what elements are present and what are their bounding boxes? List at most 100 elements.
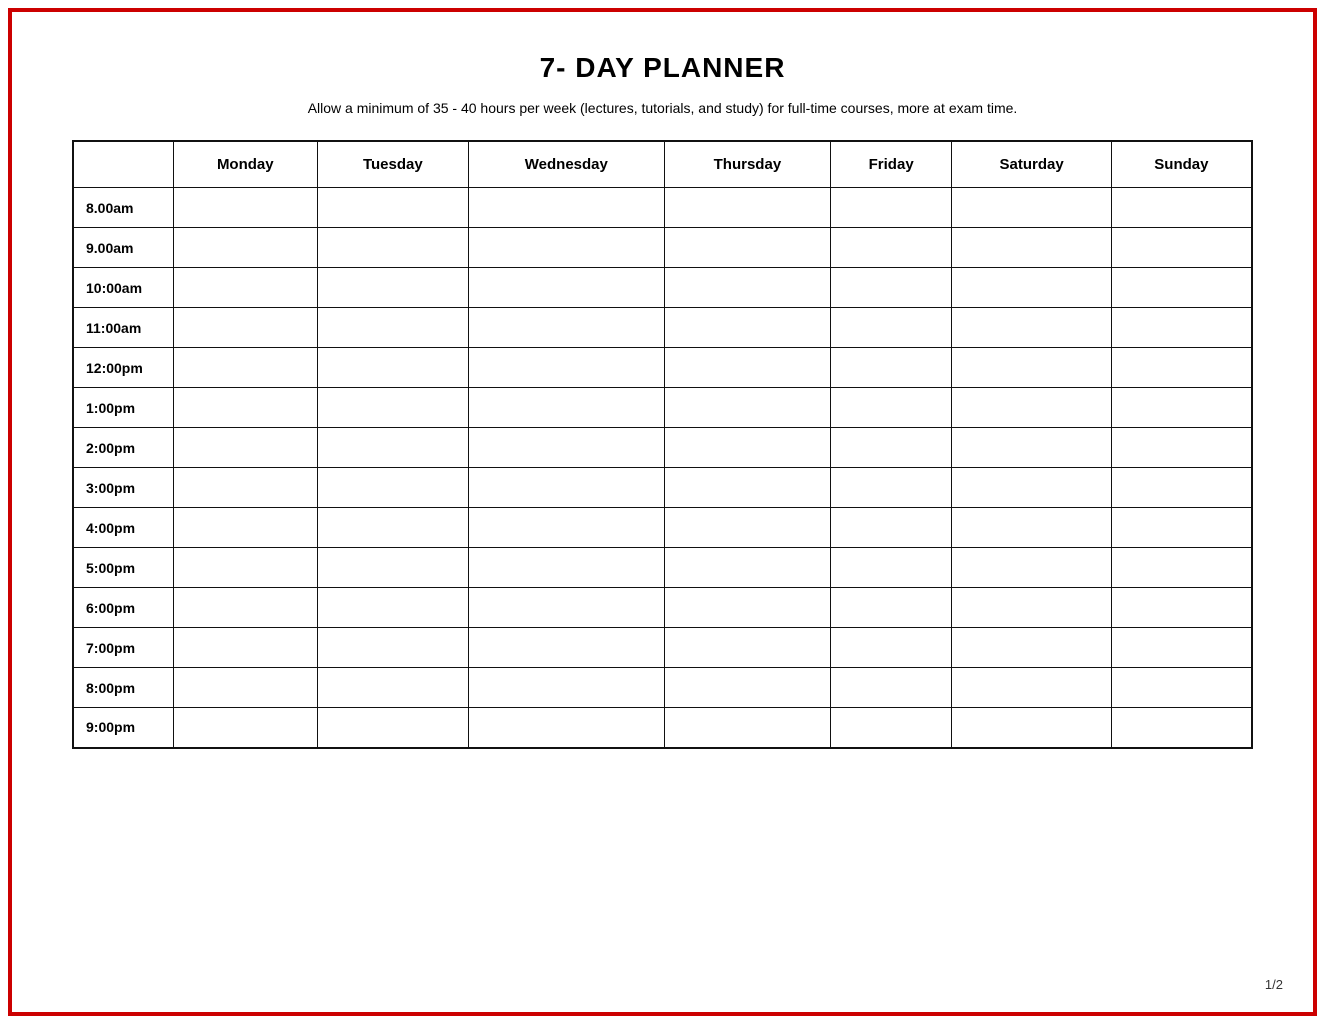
day-cell[interactable] [468, 308, 664, 348]
day-cell[interactable] [468, 388, 664, 428]
day-cell[interactable] [665, 468, 831, 508]
day-cell[interactable] [952, 188, 1111, 228]
day-cell[interactable] [318, 668, 469, 708]
day-cell[interactable] [952, 588, 1111, 628]
day-cell[interactable] [830, 628, 952, 668]
day-cell[interactable] [1111, 508, 1252, 548]
day-cell[interactable] [468, 468, 664, 508]
day-cell[interactable] [468, 268, 664, 308]
day-cell[interactable] [173, 228, 318, 268]
day-cell[interactable] [173, 508, 318, 548]
day-cell[interactable] [318, 268, 469, 308]
day-cell[interactable] [952, 548, 1111, 588]
day-cell[interactable] [952, 668, 1111, 708]
day-cell[interactable] [665, 668, 831, 708]
day-cell[interactable] [173, 388, 318, 428]
day-cell[interactable] [830, 588, 952, 628]
day-cell[interactable] [1111, 388, 1252, 428]
day-cell[interactable] [952, 268, 1111, 308]
day-cell[interactable] [318, 308, 469, 348]
day-cell[interactable] [173, 188, 318, 228]
day-cell[interactable] [318, 548, 469, 588]
day-cell[interactable] [830, 268, 952, 308]
day-cell[interactable] [173, 668, 318, 708]
day-cell[interactable] [952, 348, 1111, 388]
day-cell[interactable] [830, 228, 952, 268]
day-cell[interactable] [830, 508, 952, 548]
day-cell[interactable] [173, 428, 318, 468]
day-cell[interactable] [665, 428, 831, 468]
day-cell[interactable] [665, 588, 831, 628]
day-cell[interactable] [1111, 268, 1252, 308]
day-cell[interactable] [830, 428, 952, 468]
day-cell[interactable] [173, 588, 318, 628]
day-cell[interactable] [468, 428, 664, 468]
day-cell[interactable] [665, 388, 831, 428]
day-cell[interactable] [173, 628, 318, 668]
day-cell[interactable] [830, 548, 952, 588]
day-cell[interactable] [318, 468, 469, 508]
day-cell[interactable] [173, 548, 318, 588]
day-cell[interactable] [1111, 628, 1252, 668]
day-cell[interactable] [318, 708, 469, 748]
day-cell[interactable] [173, 708, 318, 748]
day-cell[interactable] [1111, 468, 1252, 508]
day-cell[interactable] [1111, 668, 1252, 708]
day-cell[interactable] [830, 388, 952, 428]
day-cell[interactable] [665, 228, 831, 268]
day-cell[interactable] [468, 228, 664, 268]
day-cell[interactable] [665, 708, 831, 748]
day-cell[interactable] [952, 468, 1111, 508]
day-cell[interactable] [1111, 228, 1252, 268]
day-cell[interactable] [1111, 348, 1252, 388]
day-cell[interactable] [665, 188, 831, 228]
day-cell[interactable] [1111, 308, 1252, 348]
day-cell[interactable] [952, 708, 1111, 748]
day-cell[interactable] [173, 468, 318, 508]
day-cell[interactable] [468, 508, 664, 548]
day-cell[interactable] [468, 668, 664, 708]
day-cell[interactable] [665, 628, 831, 668]
day-cell[interactable] [952, 508, 1111, 548]
day-cell[interactable] [468, 188, 664, 228]
day-cell[interactable] [1111, 708, 1252, 748]
day-cell[interactable] [952, 388, 1111, 428]
day-cell[interactable] [665, 308, 831, 348]
day-cell[interactable] [173, 308, 318, 348]
time-label: 3:00pm [73, 468, 173, 508]
day-cell[interactable] [665, 508, 831, 548]
day-cell[interactable] [952, 428, 1111, 468]
day-cell[interactable] [952, 628, 1111, 668]
day-cell[interactable] [468, 548, 664, 588]
day-cell[interactable] [830, 188, 952, 228]
day-cell[interactable] [830, 308, 952, 348]
day-cell[interactable] [830, 348, 952, 388]
day-cell[interactable] [665, 268, 831, 308]
day-cell[interactable] [468, 708, 664, 748]
day-cell[interactable] [1111, 548, 1252, 588]
day-cell[interactable] [318, 388, 469, 428]
day-cell[interactable] [318, 228, 469, 268]
day-cell[interactable] [665, 548, 831, 588]
day-cell[interactable] [1111, 588, 1252, 628]
day-cell[interactable] [1111, 428, 1252, 468]
day-cell[interactable] [468, 348, 664, 388]
day-cell[interactable] [318, 348, 469, 388]
day-cell[interactable] [830, 668, 952, 708]
day-cell[interactable] [468, 628, 664, 668]
day-cell[interactable] [468, 588, 664, 628]
day-cell[interactable] [173, 268, 318, 308]
day-cell[interactable] [952, 308, 1111, 348]
day-cell[interactable] [318, 428, 469, 468]
day-cell[interactable] [318, 628, 469, 668]
day-cell[interactable] [173, 348, 318, 388]
day-cell[interactable] [952, 228, 1111, 268]
day-cell[interactable] [830, 468, 952, 508]
day-cell[interactable] [665, 348, 831, 388]
day-cell[interactable] [318, 188, 469, 228]
time-label: 9.00am [73, 228, 173, 268]
day-cell[interactable] [318, 508, 469, 548]
day-cell[interactable] [1111, 188, 1252, 228]
day-cell[interactable] [830, 708, 952, 748]
day-cell[interactable] [318, 588, 469, 628]
